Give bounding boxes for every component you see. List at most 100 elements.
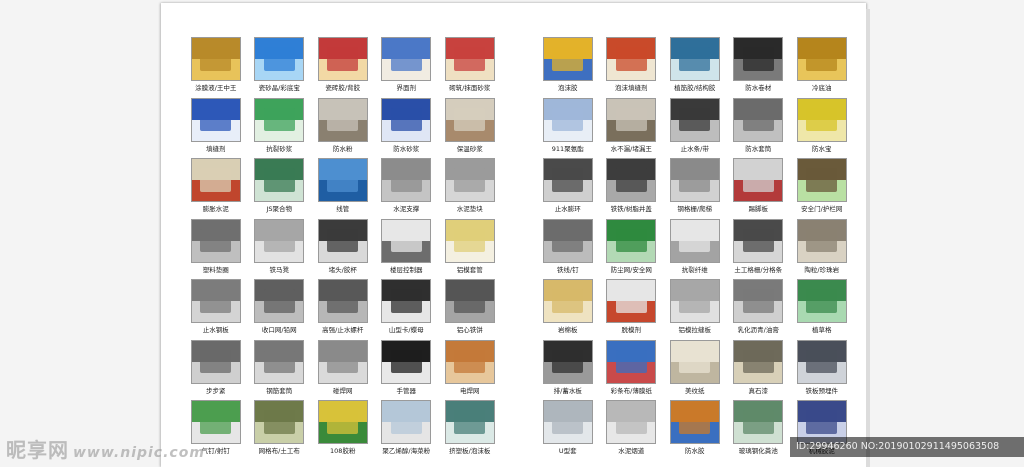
product-item[interactable]: 瓷砖胶/背胶 <box>311 37 375 98</box>
product-item[interactable]: 铁马凳 <box>248 218 312 280</box>
product-item[interactable]: 堵头/胶杯 <box>311 218 375 280</box>
product-thumbnail[interactable] <box>317 218 368 263</box>
product-thumbnail[interactable] <box>796 37 847 81</box>
product-thumbnail[interactable] <box>381 158 432 202</box>
product-item[interactable]: 彩条布/薄膜纸 <box>600 339 664 401</box>
product-item[interactable]: 水泥支撑 <box>375 158 439 219</box>
product-item[interactable]: 防水宝 <box>790 97 854 159</box>
product-thumbnail[interactable] <box>254 218 305 263</box>
product-item[interactable]: 美纹纸 <box>663 339 727 401</box>
product-item[interactable]: 碰焊网 <box>311 339 375 401</box>
product-item[interactable]: 水泥烟道 <box>600 400 664 461</box>
product-thumbnail[interactable] <box>733 97 784 142</box>
product-thumbnail[interactable] <box>733 218 784 263</box>
product-item[interactable]: U型套 <box>536 400 600 461</box>
product-item[interactable]: 陶粒/珍珠岩 <box>790 218 854 280</box>
product-item[interactable]: 瓷砂晶/彩底宝 <box>248 37 312 98</box>
product-thumbnail[interactable] <box>444 158 495 202</box>
product-item[interactable]: 108胶粉 <box>311 400 375 461</box>
product-thumbnail[interactable] <box>317 339 368 384</box>
product-item[interactable]: 界面剂 <box>375 37 439 98</box>
product-item[interactable]: 防水卷材 <box>727 37 791 98</box>
product-thumbnail[interactable] <box>542 400 593 444</box>
product-thumbnail[interactable] <box>444 218 495 263</box>
product-thumbnail[interactable] <box>381 339 432 384</box>
product-thumbnail[interactable] <box>254 339 305 384</box>
product-thumbnail[interactable] <box>444 400 495 444</box>
product-thumbnail[interactable] <box>669 37 720 81</box>
product-thumbnail[interactable] <box>254 97 305 142</box>
product-thumbnail[interactable] <box>317 37 368 81</box>
product-item[interactable]: 钢格栅/爬梯 <box>663 158 727 219</box>
product-thumbnail[interactable] <box>381 279 432 323</box>
product-item[interactable]: 植筋胶/结构胶 <box>663 37 727 98</box>
product-item[interactable]: 保温砂浆 <box>438 97 502 159</box>
product-item[interactable]: 步步紧 <box>184 339 248 401</box>
product-item[interactable]: 铁板预埋件 <box>790 339 854 401</box>
product-thumbnail[interactable] <box>542 37 593 81</box>
product-item[interactable]: 线管 <box>311 158 375 219</box>
product-item[interactable]: 收口网/铅网 <box>248 279 312 340</box>
product-thumbnail[interactable] <box>733 158 784 202</box>
product-item[interactable]: 冷底油 <box>790 37 854 98</box>
product-thumbnail[interactable] <box>190 37 241 81</box>
product-item[interactable]: 电焊网 <box>438 339 502 401</box>
product-thumbnail[interactable] <box>733 279 784 323</box>
product-thumbnail[interactable] <box>542 339 593 384</box>
product-item[interactable]: 填缝剂 <box>184 97 248 159</box>
product-thumbnail[interactable] <box>606 339 657 384</box>
product-item[interactable]: 铁铁/树脂井盖 <box>600 158 664 219</box>
product-thumbnail[interactable] <box>606 400 657 444</box>
product-thumbnail[interactable] <box>444 339 495 384</box>
product-item[interactable]: 泡沫胶 <box>536 37 600 98</box>
product-thumbnail[interactable] <box>796 339 847 384</box>
product-thumbnail[interactable] <box>254 158 305 202</box>
product-item[interactable]: 安全门/护栏网 <box>790 158 854 219</box>
product-thumbnail[interactable] <box>669 158 720 202</box>
product-item[interactable]: 乳化沥青/油膏 <box>727 279 791 340</box>
product-item[interactable]: 铝心铁饼 <box>438 279 502 340</box>
product-thumbnail[interactable] <box>606 158 657 202</box>
product-thumbnail[interactable] <box>669 339 720 384</box>
product-thumbnail[interactable] <box>317 400 368 444</box>
product-item[interactable]: 防水套筒 <box>727 97 791 159</box>
product-thumbnail[interactable] <box>254 37 305 81</box>
product-thumbnail[interactable] <box>733 37 784 81</box>
product-thumbnail[interactable] <box>542 218 593 263</box>
product-item[interactable]: JS聚合物 <box>248 158 312 219</box>
product-thumbnail[interactable] <box>669 218 720 263</box>
product-item[interactable]: 抗裂纤维 <box>663 218 727 280</box>
product-thumbnail[interactable] <box>606 279 657 323</box>
product-thumbnail[interactable] <box>254 400 305 444</box>
product-item[interactable]: 水不漏/堵漏王 <box>600 97 664 159</box>
product-thumbnail[interactable] <box>190 218 241 263</box>
product-thumbnail[interactable] <box>444 279 495 323</box>
product-thumbnail[interactable] <box>190 279 241 323</box>
product-thumbnail[interactable] <box>542 279 593 323</box>
product-thumbnail[interactable] <box>254 279 305 323</box>
product-item[interactable]: 聚乙烯醇/海菜粉 <box>375 400 439 461</box>
product-item[interactable]: 铁线/钉 <box>536 218 600 280</box>
product-item[interactable]: 真石漆 <box>727 339 791 401</box>
product-item[interactable]: 挤塑板/泡沫板 <box>438 400 502 461</box>
product-item[interactable]: 水泥垫块 <box>438 158 502 219</box>
product-thumbnail[interactable] <box>669 400 720 444</box>
product-thumbnail[interactable] <box>542 158 593 202</box>
product-item[interactable]: 止水条/带 <box>663 97 727 159</box>
product-item[interactable]: 高强/止水螺杆 <box>311 279 375 340</box>
product-item[interactable]: 铝模套管 <box>438 218 502 280</box>
product-thumbnail[interactable] <box>796 97 847 142</box>
product-item[interactable]: 山型卡/蝶母 <box>375 279 439 340</box>
product-thumbnail[interactable] <box>796 218 847 263</box>
product-thumbnail[interactable] <box>317 97 368 142</box>
product-item[interactable]: 止水膨环 <box>536 158 600 219</box>
product-item[interactable]: 抗裂砂浆 <box>248 97 312 159</box>
product-item[interactable]: 网格布/土工布 <box>248 400 312 461</box>
product-item[interactable]: 止水钢板 <box>184 279 248 340</box>
product-thumbnail[interactable] <box>733 400 784 444</box>
product-item[interactable]: 防尘网/安全网 <box>600 218 664 280</box>
product-thumbnail[interactable] <box>381 400 432 444</box>
product-item[interactable]: 泡沫填缝剂 <box>600 37 664 98</box>
product-thumbnail[interactable] <box>190 158 241 202</box>
product-item[interactable]: 钢筋套筒 <box>248 339 312 401</box>
